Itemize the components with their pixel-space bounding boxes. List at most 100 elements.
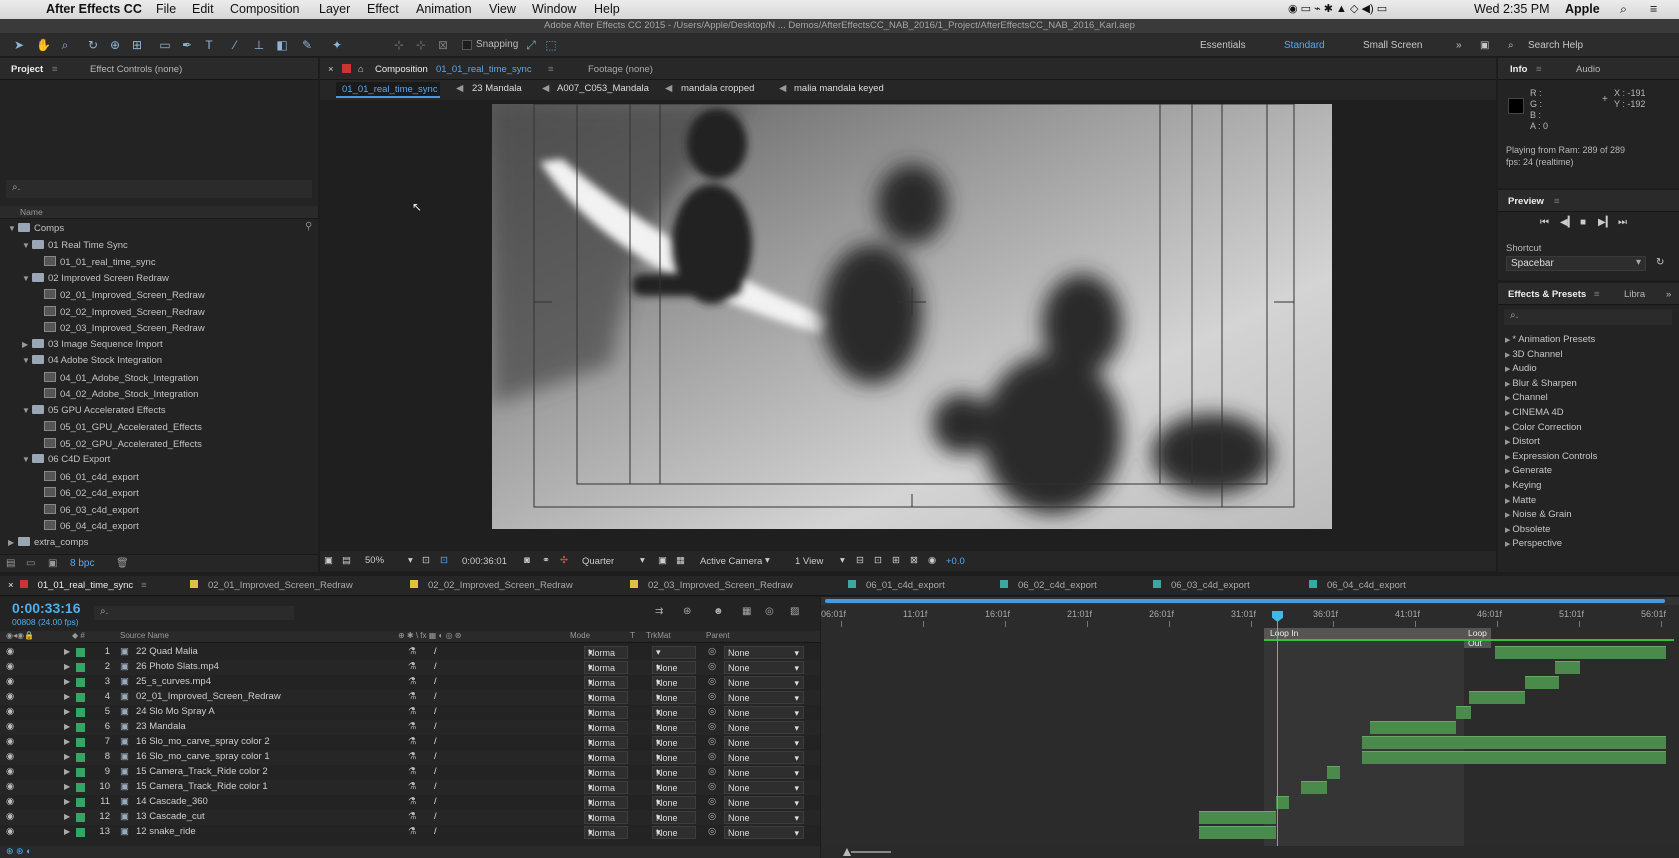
mode-select[interactable]: Norma ▾ [584, 796, 628, 809]
timeline-tab[interactable]: 06_02_c4d_export [1000, 580, 1097, 591]
collapse-transform-icon[interactable]: ⚗ [408, 676, 417, 687]
trkmat-select[interactable]: None ▾ [652, 661, 696, 674]
time-ruler[interactable]: 06:01f 11:01f 16:01f 21:01f 26:01f 31:01f 36:0… [821, 609, 1679, 627]
menu-file[interactable]: File [156, 2, 176, 16]
roi-icon[interactable]: ▣ [658, 555, 667, 566]
parent-select[interactable]: None ▾ [724, 691, 804, 704]
prev-frame-icon[interactable]: ◀▎ [1560, 217, 1575, 228]
mode-select[interactable]: Norma ▾ [584, 751, 628, 764]
expand-arrow-open-icon[interactable]: ▼ [22, 455, 32, 464]
pen-tool-icon[interactable]: ✒ [180, 38, 194, 52]
project-search-input[interactable]: ⌕. [6, 180, 312, 198]
quality-switch-icon[interactable]: / [434, 691, 437, 702]
timeline-tab[interactable]: 02_03_Improved_Screen_Redraw [630, 580, 793, 591]
visibility-eye-icon[interactable]: ◉ [6, 811, 14, 822]
pickwhip-icon[interactable]: ◎ [708, 736, 716, 747]
close-tab-icon[interactable]: × [328, 64, 334, 75]
layer-row[interactable]: ◉ ▶ 4 ▣ 02_01_Improved_Screen_Redraw ⚗ / Norma … [0, 690, 820, 705]
expand-arrow-closed-icon[interactable]: ▶ [64, 677, 70, 686]
trkmat-select[interactable]: None ▾ [652, 721, 696, 734]
mask-visibility-icon[interactable]: ⊡ [440, 555, 448, 566]
quality-switch-icon[interactable]: / [434, 781, 437, 792]
roto-brush-tool-icon[interactable]: ✎ [300, 38, 314, 52]
expand-arrow-closed-icon[interactable]: ▶ [64, 752, 70, 761]
panels-overflow-icon[interactable]: » [1666, 289, 1671, 300]
quality-switch-icon[interactable]: / [434, 826, 437, 837]
project-comp[interactable]: 06_03_c4d_export [0, 502, 310, 518]
collapse-transform-icon[interactable]: ⚗ [408, 691, 417, 702]
project-folder[interactable]: ▼ 05 GPU Accelerated Effects [0, 403, 310, 419]
quality-switch-icon[interactable]: / [434, 646, 437, 657]
expand-arrow-closed-icon[interactable]: ▶ [64, 812, 70, 821]
axis-local-icon[interactable]: ⊹ [392, 38, 406, 52]
status-icons[interactable]: ◉ ▭ ⌁ ✱ ▲ ◇ ◀) ▭ [1288, 2, 1387, 15]
rectangle-tool-icon[interactable]: ▭ [158, 38, 172, 52]
quality-switch-icon[interactable]: / [434, 706, 437, 717]
timeline-icon[interactable]: ⊞ [892, 555, 900, 566]
av-features-icon[interactable]: ◉◂◉🔒 [6, 631, 34, 640]
pickwhip-icon[interactable]: ◎ [708, 811, 716, 822]
mode-select[interactable]: Norma ▾ [584, 691, 628, 704]
label-color-swatch[interactable] [76, 678, 85, 687]
tab-project[interactable]: Project [11, 64, 43, 75]
visibility-eye-icon[interactable]: ◉ [6, 751, 14, 762]
zoom-tool-icon[interactable]: ⌕ [58, 38, 72, 52]
expand-arrow-open-icon[interactable]: ▼ [8, 224, 18, 233]
fast-previews-icon[interactable]: ⊡ [874, 555, 882, 566]
expand-arrow-closed-icon[interactable]: ▶ [8, 538, 18, 547]
visibility-eye-icon[interactable]: ◉ [6, 721, 14, 732]
trkmat-select[interactable]: None ▾ [652, 796, 696, 809]
time-navigator-bar[interactable] [825, 599, 1665, 603]
chevron-down-icon[interactable]: ▾ [840, 555, 845, 566]
clock[interactable]: Wed 2:35 PM [1474, 2, 1550, 16]
mode-select[interactable]: Norma ▾ [584, 736, 628, 749]
collapse-transform-icon[interactable]: ⚗ [408, 736, 417, 747]
pickwhip-icon[interactable]: ◎ [708, 646, 716, 657]
parent-select[interactable]: None ▾ [724, 766, 804, 779]
mode-select[interactable]: Norma ▾ [584, 811, 628, 824]
switches-header-icon[interactable]: ⊕ ✱ \ fx ▦ ◐ ◎ ⊛ [398, 631, 461, 640]
layer-row[interactable]: ◉ ▶ 8 ▣ 16 Slo_mo_carve_spray color 1 ⚗ / Norma… [0, 750, 820, 765]
chevron-down-icon[interactable]: ▾ [765, 555, 770, 566]
trkmat-header[interactable]: TrkMat [646, 631, 671, 640]
collapse-transform-icon[interactable]: ⚗ [408, 811, 417, 822]
layer-row[interactable]: ◉ ▶ 12 ▣ 13 Cascade_cut ⚗ / Norma ▾ None ▾ ◎ None ▾ [0, 810, 820, 825]
collapse-transform-icon[interactable]: ⚗ [408, 646, 417, 657]
tab-libraries[interactable]: Libra [1624, 289, 1645, 300]
layer-name[interactable]: 24 Slo Mo Spray A [136, 706, 215, 717]
stop-icon[interactable]: ■ [1580, 217, 1586, 228]
layer-name[interactable]: 16 Slo_mo_carve_spray color 1 [136, 751, 270, 762]
label-color-swatch[interactable] [76, 738, 85, 747]
menu-edit[interactable]: Edit [192, 2, 214, 16]
name-column-header[interactable]: Name [20, 207, 43, 217]
composition-viewer[interactable] [492, 104, 1332, 529]
work-area-nav[interactable] [821, 597, 1679, 605]
layer-duration-bar[interactable] [1495, 646, 1667, 659]
axis-view-icon[interactable]: ⊠ [436, 38, 450, 52]
parent-header[interactable]: Parent [706, 631, 730, 640]
expand-arrow-closed-icon[interactable]: ▶ [64, 647, 70, 656]
expand-arrow-closed-icon[interactable]: ▶ [64, 692, 70, 701]
panel-menu-icon[interactable]: ≡ [548, 64, 554, 75]
tab-audio[interactable]: Audio [1576, 64, 1600, 75]
layer-name[interactable]: 22 Quad Malia [136, 646, 198, 657]
eraser-tool-icon[interactable]: ◧ [275, 38, 289, 52]
zoom-select[interactable]: 50% [365, 555, 384, 566]
breadcrumb-item[interactable]: A007_C053_Mandala [557, 83, 649, 94]
project-folder[interactable]: ▶ extra_comps [0, 535, 310, 551]
label-color-swatch[interactable] [76, 753, 85, 762]
expand-arrow-open-icon[interactable]: ▼ [22, 356, 32, 365]
selection-tool-icon[interactable]: ➤ [12, 38, 26, 52]
label-color-swatch[interactable] [76, 723, 85, 732]
expand-arrow-open-icon[interactable]: ▼ [22, 241, 32, 250]
layer-duration-bar[interactable] [1327, 766, 1341, 779]
layer-duration-bar[interactable] [1361, 736, 1667, 749]
mode-select[interactable]: Norma ▾ [584, 826, 628, 839]
effect-category[interactable]: ▶ CINEMA 4D [1505, 407, 1564, 418]
layer-row[interactable]: ◉ ▶ 5 ▣ 24 Slo Mo Spray A ⚗ / Norma ▾ None ▾ ◎ Non… [0, 705, 820, 720]
quality-switch-icon[interactable]: / [434, 796, 437, 807]
pickwhip-icon[interactable]: ◎ [708, 691, 716, 702]
expand-arrow-closed-icon[interactable]: ▶ [64, 797, 70, 806]
effect-category[interactable]: ▶ Audio [1505, 363, 1537, 374]
clone-stamp-tool-icon[interactable]: ⊥ [252, 38, 266, 52]
